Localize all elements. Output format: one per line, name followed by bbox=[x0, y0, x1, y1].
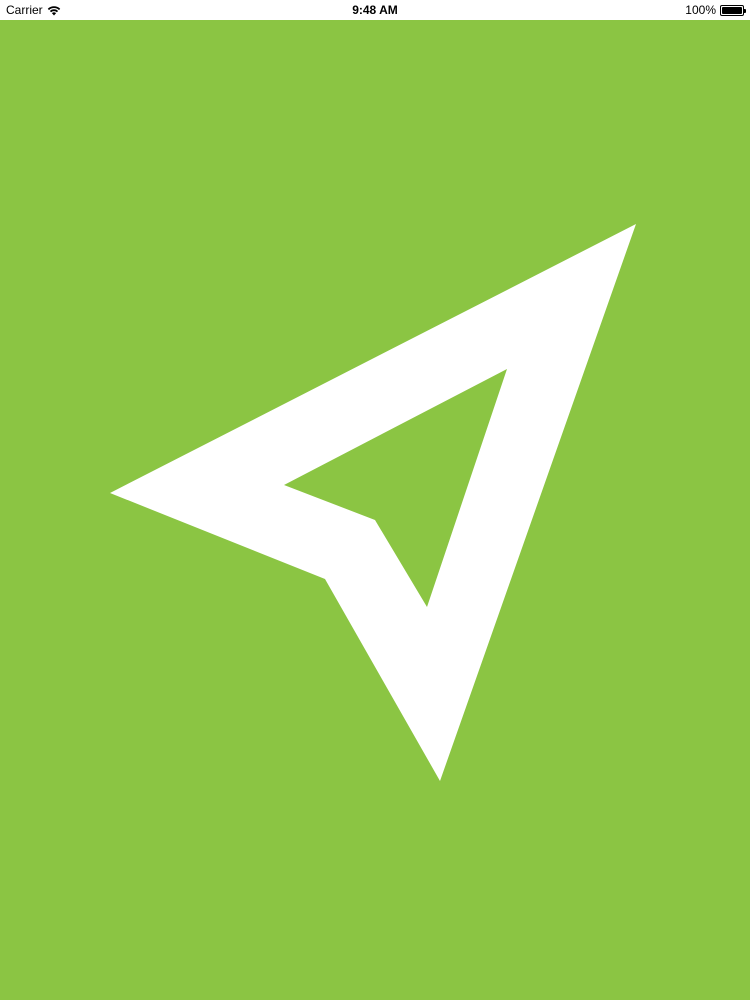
status-time: 9:48 AM bbox=[352, 3, 398, 17]
app-screen: Carrier 9:48 AM 100% bbox=[0, 0, 750, 1000]
battery-cap bbox=[744, 8, 746, 13]
status-bar: Carrier 9:48 AM 100% bbox=[0, 0, 750, 20]
battery-icon bbox=[720, 4, 746, 16]
navigation-arrow-icon bbox=[110, 224, 636, 781]
status-bar-right: 100% bbox=[685, 3, 746, 17]
battery-level-fill bbox=[722, 6, 742, 14]
battery-percentage: 100% bbox=[685, 3, 716, 17]
splash-screen bbox=[0, 20, 750, 1000]
